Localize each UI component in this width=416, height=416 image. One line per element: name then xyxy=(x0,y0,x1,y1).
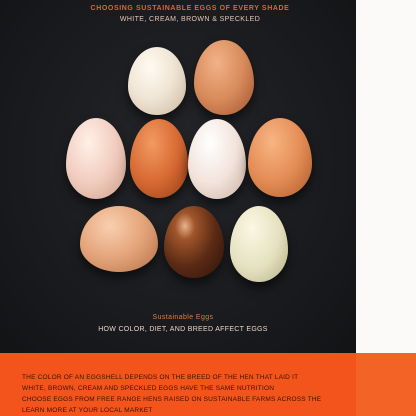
right-margin-strip xyxy=(356,0,416,356)
caption-text: Sustainable Eggs HOW COLOR, DIET, AND BR… xyxy=(78,314,288,333)
footer-line-3: CHOOSE EGGS FROM FREE RANGE HENS RAISED … xyxy=(22,396,322,403)
footer-line-2: WHITE, BROWN, CREAM AND SPECKLED EGGS HA… xyxy=(22,385,275,392)
footer-text: THE COLOR OF AN EGGSHELL DEPENDS ON THE … xyxy=(22,372,322,416)
caption-line-1: Sustainable Eggs xyxy=(152,314,214,321)
footer-line-4: LEARN MORE AT YOUR LOCAL MARKET xyxy=(22,407,153,414)
footer-band-edge xyxy=(356,353,416,416)
header-text: CHOOSING SUSTAINABLE EGGS OF EVERY SHADE… xyxy=(80,5,300,23)
header-line-2: WHITE, CREAM, BROWN & SPECKLED xyxy=(119,16,261,23)
header-line-1: CHOOSING SUSTAINABLE EGGS OF EVERY SHADE xyxy=(90,5,290,12)
caption-line-2: HOW COLOR, DIET, AND BREED AFFECT EGGS xyxy=(98,326,268,333)
footer-line-1: THE COLOR OF AN EGGSHELL DEPENDS ON THE … xyxy=(22,374,299,381)
